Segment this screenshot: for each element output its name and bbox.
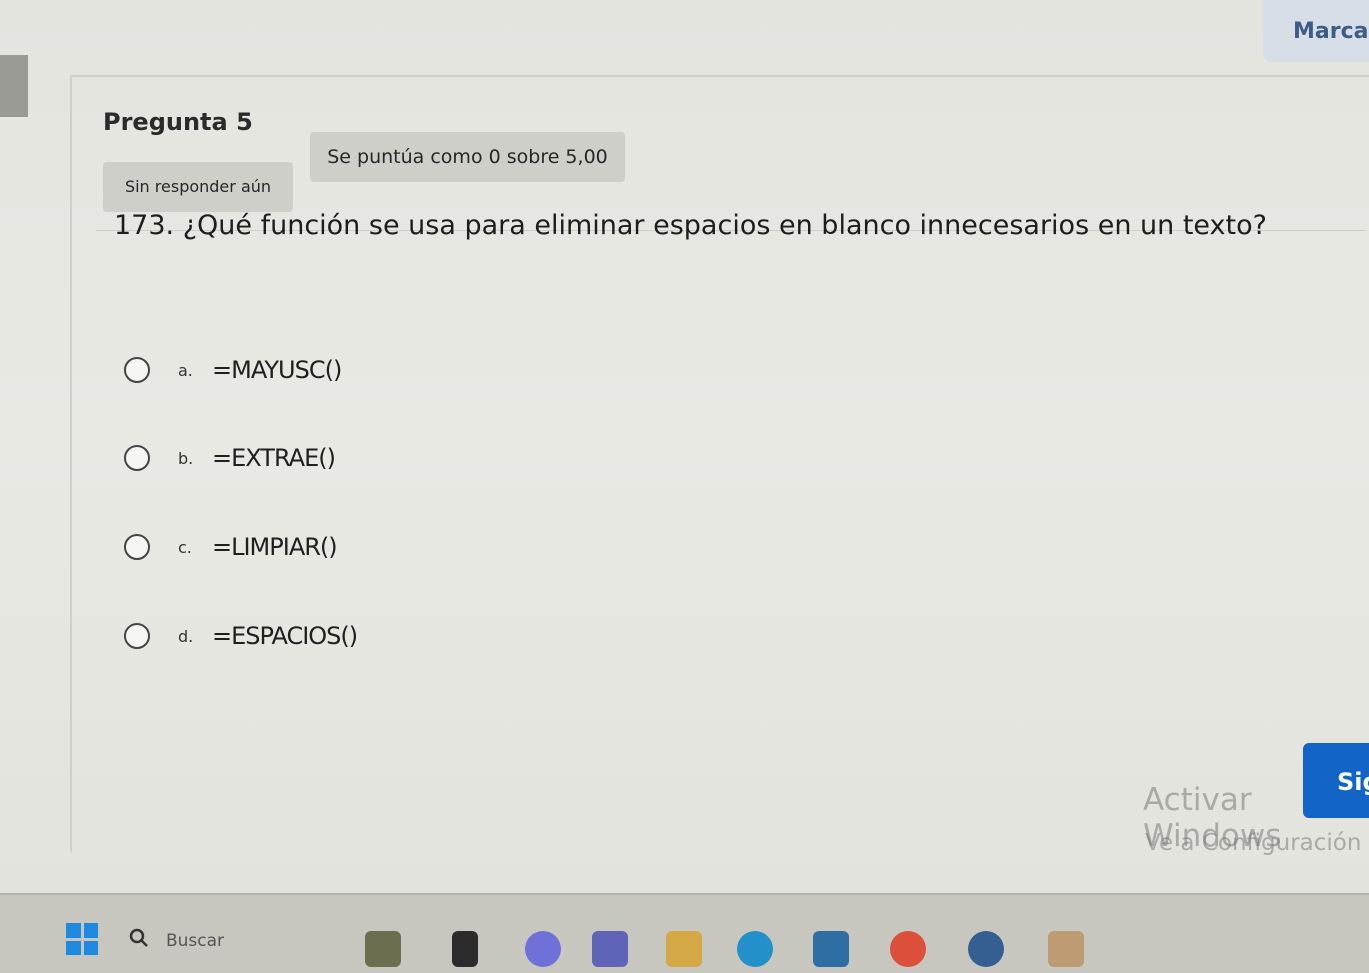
chrome-icon[interactable] — [890, 931, 926, 967]
option-c[interactable]: c. =LIMPIAR() — [124, 527, 338, 567]
activation-watermark-subtitle: Ve a Configuración — [1145, 830, 1362, 856]
app-icon[interactable] — [1048, 931, 1084, 967]
radio-a[interactable] — [124, 357, 150, 383]
search-icon[interactable] — [128, 927, 150, 949]
question-text: 173. ¿Qué función se usa para eliminar e… — [114, 210, 1267, 241]
option-d[interactable]: d. =ESPACIOS() — [124, 616, 358, 656]
windows-start-icon[interactable] — [66, 923, 98, 955]
ms-teams-icon[interactable] — [592, 931, 628, 967]
screen: Marca Pregunta 5 Se puntúa como 0 sobre … — [0, 0, 1369, 973]
option-b[interactable]: b. =EXTRAE() — [124, 438, 336, 478]
next-button[interactable]: Sig — [1303, 743, 1369, 818]
mark-button-label: Marca — [1293, 18, 1369, 44]
taskbar: Buscar — [0, 893, 1369, 973]
mark-button[interactable]: Marca — [1263, 0, 1369, 62]
question-title: Pregunta 5 — [103, 108, 253, 136]
option-a-letter: a. — [178, 360, 193, 380]
taskbar-search-label[interactable]: Buscar — [166, 931, 224, 951]
teams-icon[interactable] — [452, 931, 478, 967]
state-badge: Sin responder aún — [103, 162, 293, 212]
option-c-letter: c. — [178, 537, 192, 557]
folder-icon[interactable] — [666, 931, 702, 967]
store-icon[interactable] — [813, 931, 849, 967]
edge-icon[interactable] — [737, 931, 773, 967]
grade-badge: Se puntúa como 0 sobre 5,00 — [310, 132, 625, 182]
file-explorer-icon[interactable] — [365, 931, 401, 967]
option-a[interactable]: a. =MAYUSC() — [124, 350, 342, 390]
left-edge-panel — [0, 55, 28, 117]
radio-c[interactable] — [124, 534, 150, 560]
next-button-label: Sig — [1337, 768, 1369, 796]
option-b-letter: b. — [178, 448, 194, 468]
option-a-text: =MAYUSC() — [212, 356, 342, 384]
option-d-text: =ESPACIOS() — [212, 622, 358, 650]
option-b-text: =EXTRAE() — [212, 444, 336, 472]
notification-icon[interactable] — [968, 931, 1004, 967]
option-d-letter: d. — [178, 626, 194, 646]
option-c-text: =LIMPIAR() — [212, 533, 338, 561]
radio-b[interactable] — [124, 445, 150, 471]
chat-icon[interactable] — [525, 931, 561, 967]
radio-d[interactable] — [124, 623, 150, 649]
